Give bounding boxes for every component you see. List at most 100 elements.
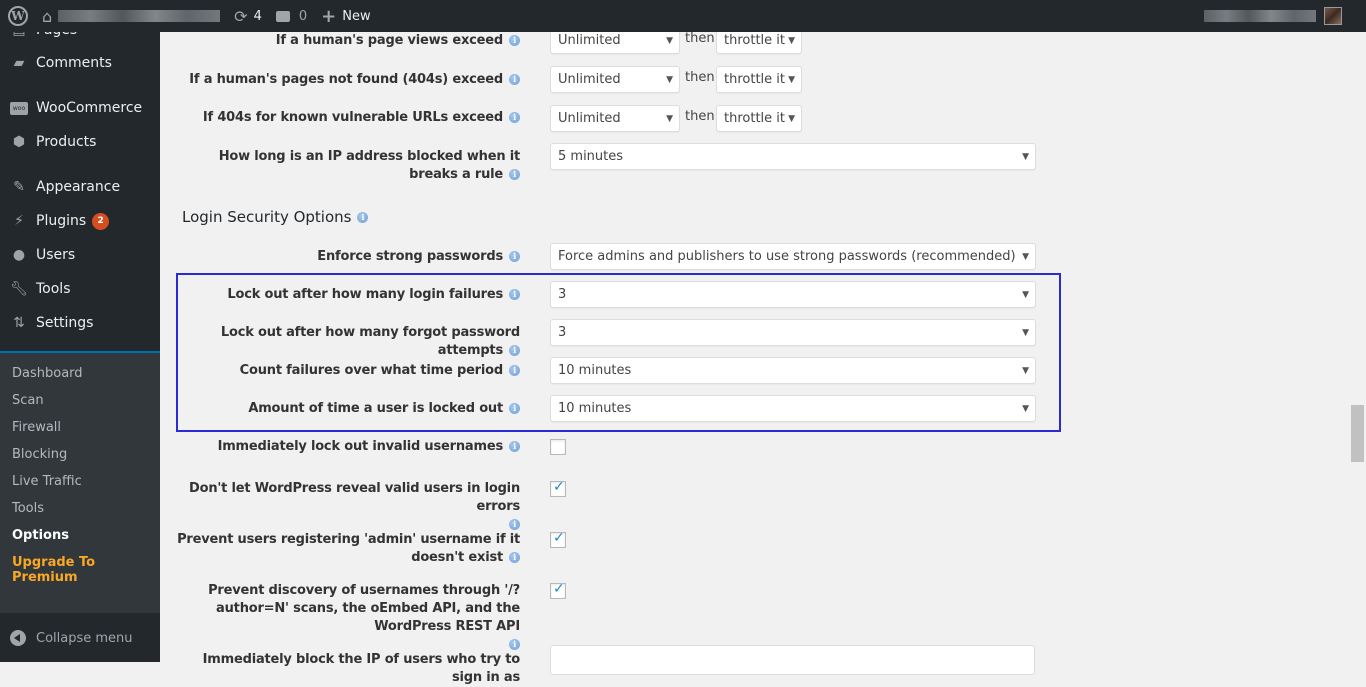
404-limit-select[interactable]: Unlimited ▼ (550, 66, 680, 93)
404-action-select[interactable]: throttle it ▼ (716, 66, 802, 93)
then-text: then (685, 31, 715, 46)
hide-valid-users-label: Don't let WordPress reveal valid users i… (189, 481, 520, 530)
caret-down-icon: ▼ (666, 36, 673, 46)
sidebar-item-settings[interactable]: ⇅ Settings (0, 306, 160, 340)
block-ip-usernames-input[interactable] (550, 645, 1035, 675)
products-icon: ⬢ (12, 134, 26, 150)
vulnerable-urls-action-select[interactable]: throttle it ▼ (716, 105, 802, 132)
collapse-menu-button[interactable]: Collapse menu (0, 621, 160, 655)
login-failures-select[interactable]: 3 ▼ (550, 281, 1036, 308)
sidebar-item-label: Tools (36, 281, 71, 297)
block-duration-select[interactable]: 5 minutes ▼ (550, 143, 1036, 170)
updates-link[interactable]: ⟳ 4 (227, 0, 269, 32)
page-scrollbar[interactable] (1349, 8, 1366, 662)
sidebar-item-appearance[interactable]: ✎ Appearance (0, 170, 160, 204)
sidebar-item-tools[interactable]: 🔧︎ Tools (0, 272, 160, 306)
new-label: New (342, 8, 371, 24)
block-duration-label: How long is an IP address blocked when i… (218, 149, 520, 182)
woocommerce-icon: woo (10, 99, 28, 117)
lock-invalid-usernames-checkbox[interactable] (550, 439, 566, 455)
lockout-duration-label: Amount of time a user is locked out i (248, 400, 520, 418)
sidebar-item-woocommerce[interactable]: woo WooCommerce (0, 91, 160, 125)
wordpress-logo-button[interactable]: W (0, 0, 35, 32)
my-account-menu[interactable] (1204, 7, 1366, 25)
info-icon[interactable]: i (509, 403, 520, 414)
sidebar-item-label: Users (36, 247, 76, 263)
sidebar-item-comments[interactable]: ▰ Comments (0, 46, 160, 80)
caret-down-icon: ▼ (788, 114, 795, 124)
wordpress-logo-icon: W (8, 6, 28, 26)
forgot-password-attempts-select[interactable]: 3 ▼ (550, 319, 1036, 346)
username-redacted (1204, 10, 1316, 22)
then-text: then (685, 109, 715, 124)
wordfence-submenu: Dashboard Scan Firewall Blocking Live Tr… (0, 353, 160, 613)
sidebar-item-products[interactable]: ⬢ Products (0, 125, 160, 159)
login-failures-label: Lock out after how many login failures i (227, 286, 520, 304)
submenu-scan[interactable]: Scan (12, 393, 44, 408)
info-icon[interactable]: i (509, 74, 520, 85)
site-name-redacted (58, 10, 221, 22)
info-icon[interactable]: i (509, 519, 520, 530)
site-name-link[interactable]: ⌂ (35, 0, 227, 32)
failure-period-label: Count failures over what time period i (240, 362, 520, 380)
page-views-label: If a human's page views exceed i (276, 32, 520, 50)
prevent-username-discovery-label: Prevent discovery of usernames through '… (208, 583, 520, 650)
admin-bar: W ⌂ ⟳ 4 0 + New (0, 0, 1366, 32)
caret-down-icon: ▼ (1022, 152, 1029, 162)
collapse-menu-label: Collapse menu (36, 630, 133, 646)
sidebar-item-label: Products (36, 134, 97, 150)
strong-passwords-label: Enforce strong passwords i (317, 248, 520, 266)
caret-down-icon: ▼ (1022, 328, 1029, 338)
lockout-duration-select[interactable]: 10 minutes ▼ (550, 395, 1036, 422)
info-icon[interactable]: i (509, 365, 520, 376)
submenu-tools[interactable]: Tools (12, 501, 44, 516)
info-icon[interactable]: i (509, 441, 520, 452)
info-icon[interactable]: i (509, 345, 520, 356)
info-icon[interactable]: i (509, 289, 520, 300)
forgot-password-attempts-label: Lock out after how many forgot password … (220, 325, 520, 358)
plus-icon: + (321, 5, 337, 27)
comments-link[interactable]: 0 (269, 0, 314, 32)
sidebar-item-label: Comments (36, 55, 112, 71)
failure-period-select[interactable]: 10 minutes ▼ (550, 357, 1036, 384)
submenu-live-traffic[interactable]: Live Traffic (12, 474, 82, 489)
hide-valid-users-checkbox[interactable]: ✓ (550, 479, 566, 497)
info-icon[interactable]: i (509, 251, 520, 262)
avatar (1324, 7, 1342, 25)
prevent-username-discovery-checkbox[interactable]: ✓ (550, 581, 566, 599)
caret-down-icon: ▼ (788, 75, 795, 85)
info-icon[interactable]: i (357, 212, 369, 223)
checkmark-icon: ✓ (553, 581, 565, 597)
strong-passwords-select[interactable]: Force admins and publishers to use stron… (550, 243, 1036, 270)
comments-count: 0 (298, 8, 308, 24)
submenu-firewall[interactable]: Firewall (12, 420, 61, 435)
submenu-dashboard[interactable]: Dashboard (12, 366, 83, 381)
lock-invalid-usernames-label: Immediately lock out invalid usernames i (218, 438, 520, 456)
appearance-icon: ✎ (13, 179, 25, 195)
caret-down-icon: ▼ (1022, 290, 1029, 300)
info-icon[interactable]: i (509, 35, 520, 46)
sidebar-item-plugins[interactable]: ⚡ Plugins 2 (0, 204, 160, 238)
prevent-admin-username-label: Prevent users registering 'admin' userna… (177, 532, 520, 565)
info-icon[interactable]: i (509, 112, 520, 123)
info-icon[interactable]: i (509, 169, 520, 180)
then-text: then (685, 70, 715, 85)
submenu-upgrade-premium[interactable]: Upgrade To Premium (12, 555, 160, 585)
sidebar-item-users[interactable]: ● Users (0, 238, 160, 272)
info-icon[interactable]: i (509, 639, 520, 650)
checkmark-icon: ✓ (553, 530, 565, 546)
submenu-options[interactable]: Options (12, 528, 69, 543)
prevent-admin-username-checkbox[interactable]: ✓ (550, 530, 566, 548)
submenu-blocking[interactable]: Blocking (12, 447, 67, 462)
caret-down-icon: ▼ (666, 114, 673, 124)
pages-not-found-label: If a human's pages not found (404s) exce… (189, 71, 520, 89)
sidebar-item-label: WooCommerce (36, 100, 143, 116)
vulnerable-urls-limit-select[interactable]: Unlimited ▼ (550, 105, 680, 132)
collapse-arrow-icon (10, 630, 26, 646)
caret-down-icon: ▼ (666, 75, 673, 85)
home-icon: ⌂ (42, 6, 53, 26)
info-icon[interactable]: i (509, 552, 520, 563)
scrollbar-thumb[interactable] (1351, 405, 1364, 462)
new-content-button[interactable]: + New (314, 0, 377, 32)
checkmark-icon: ✓ (553, 479, 565, 495)
